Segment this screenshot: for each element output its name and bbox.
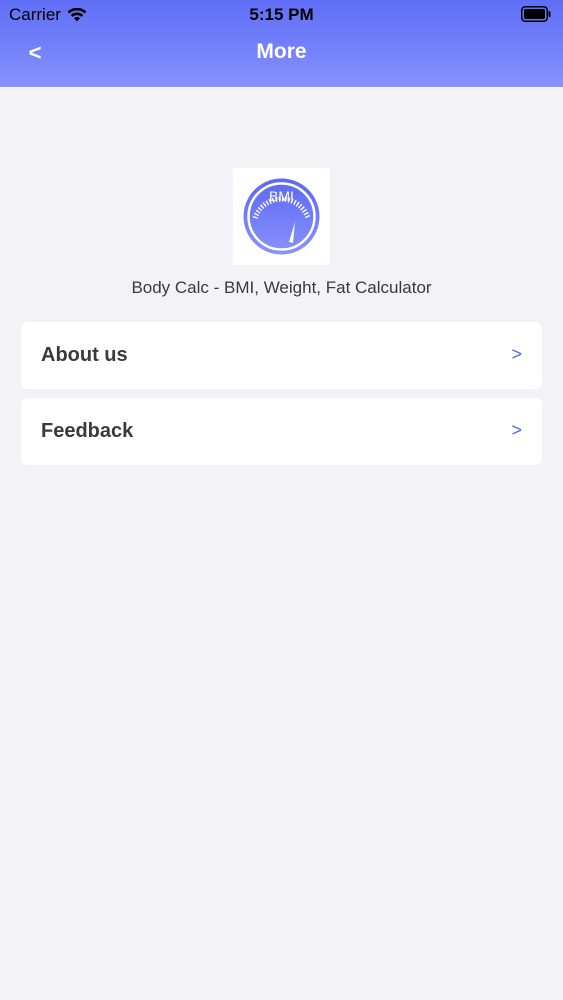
feedback-row[interactable]: Feedback >	[21, 398, 542, 465]
navigation-bar: < More	[0, 30, 563, 87]
about-us-row[interactable]: About us >	[21, 322, 542, 389]
app-name: Body Calc - BMI, Weight, Fat Calculator	[131, 278, 432, 297]
feedback-label: Feedback	[41, 420, 134, 442]
bmi-gauge-icon: BMI	[243, 178, 320, 255]
status-time: 5:15 PM	[249, 5, 314, 24]
battery-icon	[521, 6, 551, 22]
logo-text: BMI	[269, 188, 294, 204]
page-title: More	[256, 40, 307, 63]
about-us-label: About us	[41, 344, 128, 366]
app-logo: BMI	[233, 168, 330, 265]
chevron-right-icon: >	[511, 344, 522, 364]
status-bar: Carrier 5:15 PM	[0, 0, 563, 30]
chevron-right-icon: >	[511, 420, 522, 440]
app-header: Carrier 5:15 PM < More	[0, 0, 563, 87]
